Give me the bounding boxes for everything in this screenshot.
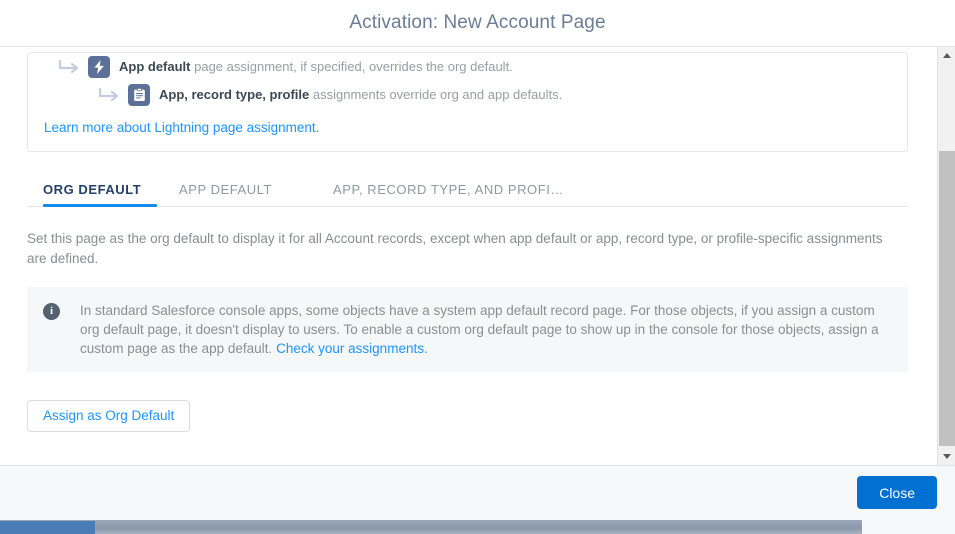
modal-body: App default page assignment, if specifie… [0,47,955,465]
turn-arrow-icon [58,60,79,74]
learn-more-link[interactable]: Learn more about Lightning page assignme… [44,120,319,135]
assignment-row-text: App default page assignment, if specifie… [119,58,513,76]
modal-body-wrap: App default page assignment, if specifie… [0,47,955,465]
vertical-scrollbar[interactable] [937,47,955,465]
activation-modal: Activation: New Account Page App default… [0,0,955,518]
background-app-bar-right [862,520,955,534]
turn-arrow-icon [98,88,119,102]
check-assignments-link[interactable]: Check your assignments. [276,341,428,356]
scroll-up-icon[interactable] [938,47,955,64]
activation-modal-screen: Activation: New Account Page App default… [0,0,955,534]
modal-header: Activation: New Account Page [0,0,955,47]
assignment-row-rest: assignments override org and app default… [309,87,563,102]
assign-as-org-default-button[interactable]: Assign as Org Default [27,400,191,432]
assignment-row-rest: page assignment, if specified, overrides… [190,59,513,74]
lightning-bolt-icon [88,56,110,78]
background-app-bar-accent [0,521,95,534]
info-icon: i [43,303,60,320]
console-info-text-wrap: In standard Salesforce console apps, som… [80,301,890,358]
assignment-row-bold: App default [119,59,191,74]
background-app-bar [0,520,955,534]
learn-more-row: Learn more about Lightning page assignme… [28,109,907,137]
record-page-icon [128,84,150,106]
assignment-row-app-default: App default page assignment, if specifie… [28,53,907,81]
tab-app-default[interactable]: APP DEFAULT [179,182,333,206]
close-button[interactable]: Close [857,475,937,509]
assign-button-row: Assign as Org Default [27,400,908,432]
scroll-down-icon[interactable] [938,448,955,465]
scrollbar-thumb[interactable] [939,151,955,446]
modal-footer: Close [0,465,955,518]
assignment-row-text: App, record type, profile assignments ov… [159,86,562,104]
assignment-row-bold: App, record type, profile [159,87,310,102]
assignment-info-card: App default page assignment, if specifie… [27,52,908,152]
modal-title: Activation: New Account Page [349,12,606,33]
tab-app-record-type-profile[interactable]: APP, RECORD TYPE, AND PROFI… [333,182,564,206]
console-info-text: In standard Salesforce console apps, som… [80,303,879,356]
assignment-tabs: ORG DEFAULT APP DEFAULT APP, RECORD TYPE… [27,170,908,207]
tab-org-default[interactable]: ORG DEFAULT [27,182,179,207]
assignment-row-app-record-profile: App, record type, profile assignments ov… [28,81,907,109]
org-default-description: Set this page as the org default to disp… [27,231,883,266]
console-info-panel: i In standard Salesforce console apps, s… [27,287,908,372]
